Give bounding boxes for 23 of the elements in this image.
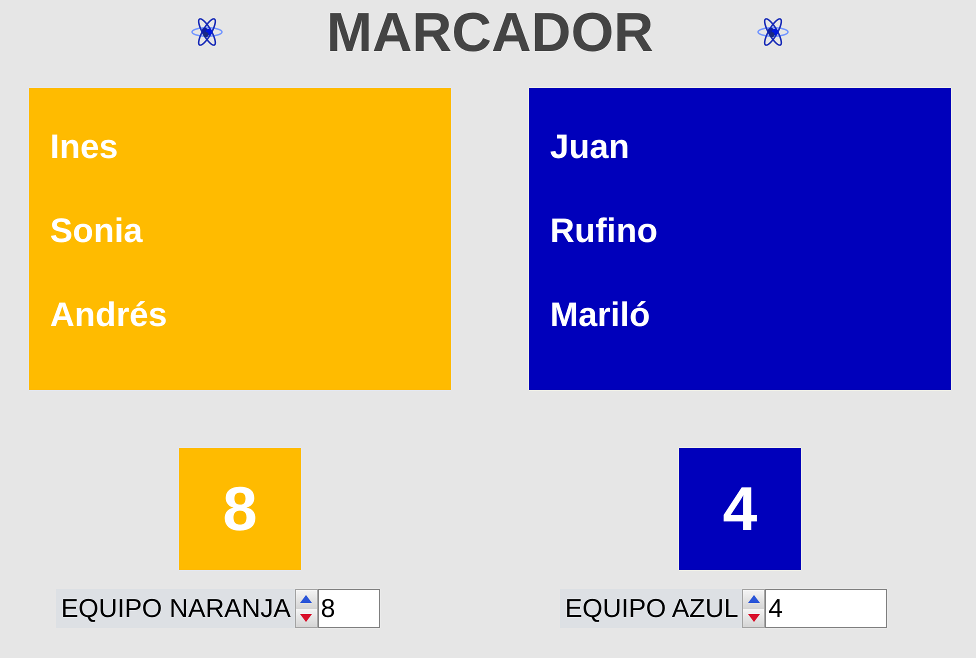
atom-icon — [757, 16, 790, 48]
player-name: Sonia — [50, 211, 143, 252]
player-name: Juan — [550, 127, 630, 168]
atom-icon — [190, 16, 223, 48]
down-arrow-icon — [748, 614, 760, 622]
decrement-button[interactable] — [296, 608, 317, 627]
score-input-field[interactable]: 4 — [765, 589, 888, 628]
up-arrow-icon — [748, 595, 760, 604]
team-score: 4 — [679, 448, 801, 570]
player-name: Andrés — [50, 295, 168, 336]
player-name: Rufino — [550, 211, 658, 252]
increment-button[interactable] — [296, 590, 317, 608]
player-name: Mariló — [550, 295, 650, 336]
increment-button[interactable] — [743, 590, 764, 608]
score-input-field[interactable]: 8 — [318, 589, 380, 628]
team-label: EQUIPO AZUL — [560, 589, 742, 628]
player-name: Ines — [50, 127, 118, 168]
up-arrow-icon — [300, 595, 312, 604]
scoreboard-title: MARCADOR — [326, 0, 654, 64]
decrement-button[interactable] — [743, 608, 764, 627]
down-arrow-icon — [300, 614, 312, 622]
team-score: 8 — [179, 448, 301, 570]
team-label: EQUIPO NARANJA — [56, 589, 295, 628]
